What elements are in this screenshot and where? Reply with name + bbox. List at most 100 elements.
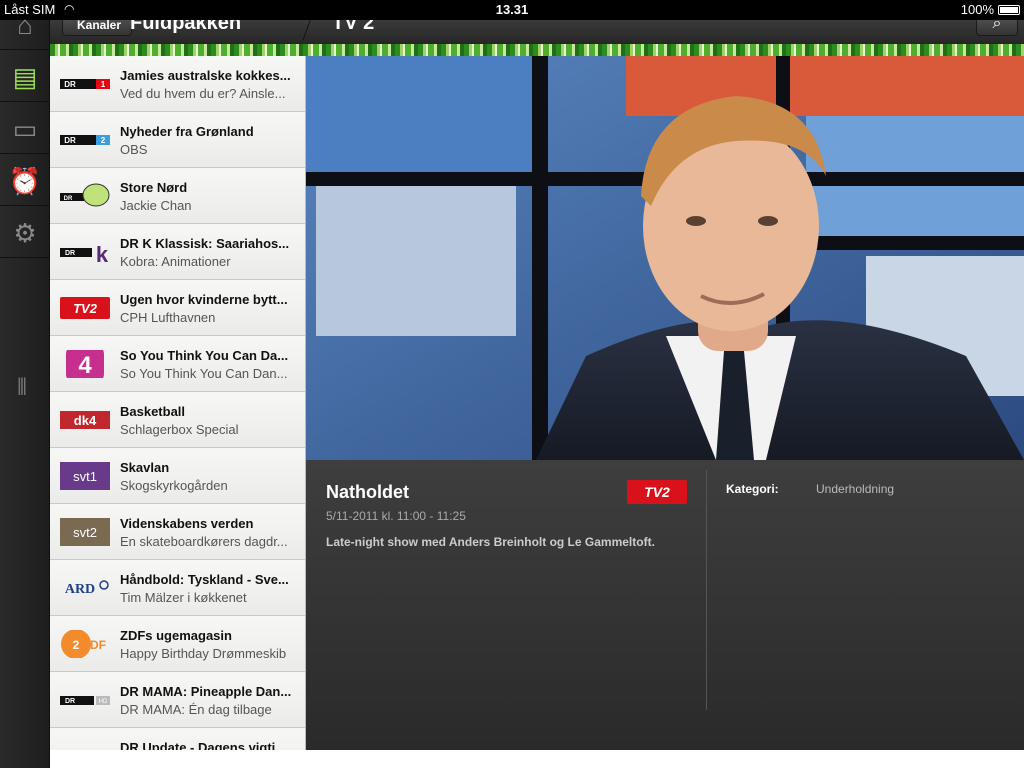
next-program-title: Skogskyrkogården <box>120 478 228 493</box>
green-stripe-decoration <box>50 44 1024 56</box>
channel-row[interactable]: DR Store Nørd Jackie Chan <box>50 168 305 224</box>
back-button-kanaler[interactable]: Kanaler <box>62 20 133 36</box>
next-program-title: Kobra: Animationer <box>120 254 231 269</box>
next-program-title: Tim Mälzer i køkkenet <box>120 590 247 605</box>
channel-row[interactable]: TV2 Ugen hvor kvinderne bytt... CPH Luftha… <box>50 280 305 336</box>
sidebar-button-alarm-clock[interactable]: ⏰ <box>0 156 50 206</box>
channel-row[interactable]: DR 2 Nyheder fra Grønland OBS <box>50 112 305 168</box>
channel-logo: DR k <box>60 242 109 266</box>
sidebar-button-gear[interactable]: ⚙ <box>0 208 50 258</box>
next-program-title: Jackie Chan <box>120 198 192 213</box>
svg-text:DR: DR <box>65 698 75 705</box>
channel-row[interactable]: svt1 Skavlan Skogskyrkogården <box>50 448 305 504</box>
next-program-title: DR MAMA: Én dag tilbage <box>120 702 272 717</box>
next-program-title: En skateboardkørers dagdr... <box>120 534 288 549</box>
svg-text:ARD: ARD <box>65 582 95 597</box>
alarm-clock-icon: ⏰ <box>8 166 42 196</box>
channel-logo: DR <box>60 183 110 207</box>
current-program-title: Ugen hvor kvinderne bytt... <box>120 292 288 307</box>
battery-icon <box>998 5 1020 15</box>
channel-logo-text: TV2 <box>644 484 670 500</box>
channel-logo: ARD <box>65 580 109 597</box>
program-details: Natholdet 5/11-2011 kl. 11:00 - 11:25 La… <box>306 460 1024 750</box>
svg-text:svt1: svt1 <box>73 469 97 484</box>
svg-text:DF: DF <box>90 638 106 652</box>
svg-text:DR: DR <box>65 250 75 257</box>
header-separator <box>302 20 315 40</box>
current-program-title: DR MAMA: Pineapple Dan... <box>120 684 292 699</box>
next-program-title: Schlagerbox Special <box>120 422 239 437</box>
tv-guide-icon: ▤ <box>12 62 38 92</box>
sidebar-button-monitor[interactable]: ▭ <box>0 104 50 154</box>
next-program-title: OBS <box>120 142 148 157</box>
current-program-title: Skavlan <box>120 460 170 475</box>
channel-logo: 2 DF <box>61 630 106 658</box>
channel-row[interactable]: 2 DF ZDFs ugemagasin Happy Birthday Drømmes… <box>50 616 305 672</box>
current-program-title: So You Think You Can Da... <box>120 348 289 363</box>
current-program-title: Håndbold: Tyskland - Sve... <box>120 572 289 587</box>
category-value: Underholdning <box>816 482 895 496</box>
svg-text:1: 1 <box>101 80 106 89</box>
svg-text:DR: DR <box>64 80 76 89</box>
channel-logo: svt2 <box>60 518 110 546</box>
channel-row[interactable]: DR k DR K Klassisk: Saariahos... Kobra: Ani… <box>50 224 305 280</box>
svg-text:2: 2 <box>73 638 80 652</box>
battery-percent: 100% <box>960 2 994 17</box>
current-program-title: Videnskabens verden <box>120 516 254 531</box>
channel-logo: DR 1 <box>60 79 110 89</box>
channel-row[interactable]: ARD Håndbold: Tyskland - Sve... Tim Mälzer… <box>50 560 305 616</box>
left-sidebar: ⌂ ▤ ▭ ⏰ ⚙ ||| <box>0 10 50 768</box>
channel-logo: DR 2 <box>60 135 110 145</box>
svg-text:svt2: svt2 <box>73 525 97 540</box>
clock: 13.31 <box>495 2 529 17</box>
next-program-title: Happy Birthday Drømmeskib <box>120 646 287 661</box>
detail-title: TV 2 <box>332 20 375 34</box>
program-time: 5/11-2011 kl. 11:00 - 11:25 <box>326 509 466 523</box>
status-bar: Låst SIM ◠ 13.31 100% <box>0 0 1024 20</box>
svg-text:HD: HD <box>99 699 108 705</box>
header-bar: Kanaler Fuldpakken TV 2 ⌕ <box>50 20 1024 44</box>
svg-text:4: 4 <box>78 352 92 378</box>
channel-row[interactable]: DR HD DR MAMA: Pineapple Dan... DR MAMA: Én… <box>50 672 305 728</box>
channel-logo: 4 <box>66 350 104 378</box>
svg-text:DR: DR <box>64 136 76 145</box>
current-program-title: Nyheder fra Grønland <box>120 124 254 139</box>
channel-row[interactable]: svt2 Videnskabens verden En skateboardkøre… <box>50 504 305 560</box>
detail-divider <box>706 470 707 710</box>
channel-logo: DR HD <box>60 696 110 705</box>
channel-list[interactable]: DR 1 Jamies australske kokkes... Ved du hve… <box>50 56 306 768</box>
drag-handle-icon[interactable]: ||| <box>17 375 27 396</box>
program-description: Late-night show med Anders Breinholt og … <box>326 535 655 549</box>
category-label: Kategori: <box>726 482 779 496</box>
search-button[interactable]: ⌕ <box>976 20 1018 36</box>
svg-text:dk4: dk4 <box>74 413 97 428</box>
channel-row[interactable]: 4 So You Think You Can Da... So You Think … <box>50 336 305 392</box>
channel-row[interactable]: DR 1 Jamies australske kokkes... Ved du hve… <box>50 56 305 112</box>
channel-logo: svt1 <box>60 462 110 490</box>
current-program-title: Jamies australske kokkes... <box>120 68 291 83</box>
channel-row[interactable]: dk4 Basketball Schlagerbox Special <box>50 392 305 448</box>
svg-text:2: 2 <box>101 136 106 145</box>
home-icon: ⌂ <box>17 10 33 40</box>
svg-text:k: k <box>96 242 109 266</box>
gear-icon: ⚙ <box>13 218 37 248</box>
monitor-icon: ▭ <box>12 114 38 144</box>
channel-logo: dk4 <box>60 411 110 429</box>
program-title: Natholdet <box>326 482 409 502</box>
svg-text:TV2: TV2 <box>73 301 98 316</box>
sidebar-button-tv-guide[interactable]: ▤ <box>0 52 50 102</box>
current-program-title: DR K Klassisk: Saariahos... <box>120 236 290 251</box>
current-program-title: Store Nørd <box>120 180 188 195</box>
next-program-title: Ved du hvem du er? Ainsle... <box>120 86 286 101</box>
bottom-strip <box>50 750 1024 768</box>
next-program-title: So You Think You Can Dan... <box>120 366 288 381</box>
sidebar-button-home[interactable]: ⌂ <box>0 0 50 50</box>
current-program-title: Basketball <box>120 404 186 419</box>
channel-logo: TV2 <box>60 297 110 319</box>
next-program-title: CPH Lufthavnen <box>120 310 216 325</box>
list-title: Fuldpakken <box>130 20 242 34</box>
program-image <box>306 56 1024 460</box>
search-icon: ⌕ <box>992 20 1002 32</box>
current-program-title: ZDFs ugemagasin <box>120 628 232 643</box>
channel-logo-tv2: TV2 <box>627 480 687 504</box>
